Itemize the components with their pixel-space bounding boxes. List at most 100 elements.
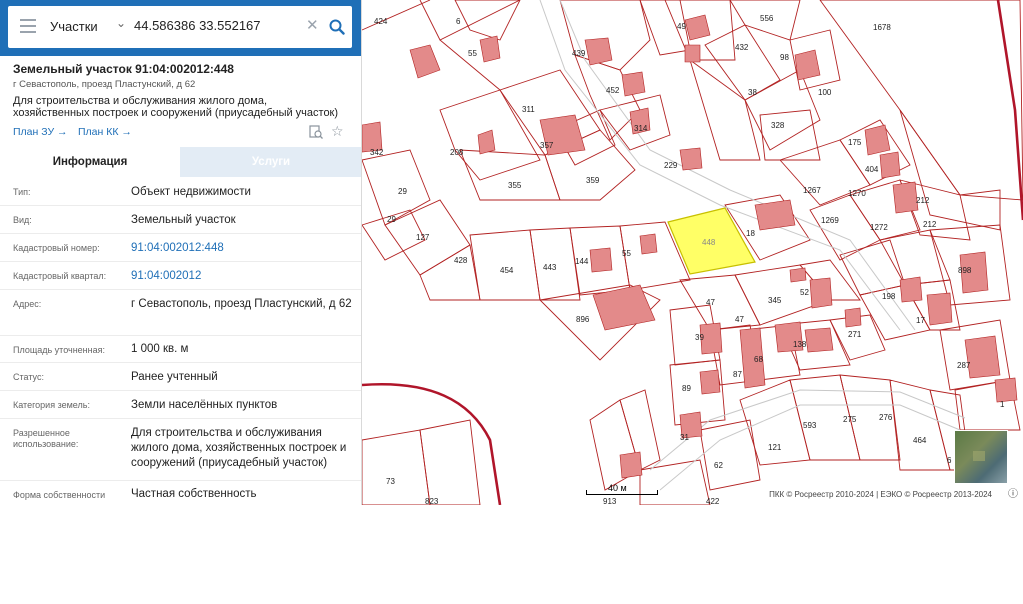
svg-text:314: 314: [634, 124, 648, 133]
attribute-value: Частная собственность: [131, 488, 257, 500]
svg-text:18: 18: [746, 229, 755, 238]
svg-text:342: 342: [370, 148, 384, 157]
svg-text:913: 913: [603, 497, 617, 505]
search-input[interactable]: [134, 18, 304, 33]
svg-text:121: 121: [768, 443, 782, 452]
side-panel: Участки ⌄ ✕ ‹ Земельный участок 91:04:00…: [0, 0, 362, 505]
attribute-row: Адрес: г Севастополь, проезд Пластунский…: [0, 290, 361, 336]
plan-zu-link[interactable]: План ЗУ →: [13, 126, 68, 138]
svg-text:198: 198: [882, 292, 896, 301]
svg-text:6: 6: [456, 17, 461, 26]
svg-text:432: 432: [735, 43, 749, 52]
info-icon[interactable]: ⓘ: [1007, 489, 1019, 501]
attribute-label: Адрес:: [13, 299, 42, 309]
svg-text:127: 127: [416, 233, 430, 242]
svg-text:29: 29: [387, 215, 396, 224]
attribute-label: Площадь уточненная:: [13, 345, 105, 355]
svg-text:55: 55: [622, 249, 631, 258]
search-box: Участки ⌄ ✕: [8, 6, 352, 48]
svg-text:896: 896: [576, 315, 590, 324]
svg-text:55: 55: [468, 49, 477, 58]
attribute-row: Площадь уточненная: 1 000 кв. м: [0, 336, 361, 363]
svg-text:898: 898: [958, 266, 972, 275]
document-search-icon[interactable]: [309, 125, 323, 139]
search-button[interactable]: [322, 6, 352, 48]
svg-text:47: 47: [735, 315, 744, 324]
attribute-row: Статус: Ранее учтенный: [0, 363, 361, 391]
svg-text:556: 556: [760, 14, 774, 23]
svg-text:276: 276: [879, 413, 893, 422]
plan-kk-link[interactable]: План КК →: [78, 126, 132, 138]
menu-icon[interactable]: [20, 19, 36, 33]
attribute-row: Категория земель: Земли населённых пункт…: [0, 391, 361, 419]
svg-text:175: 175: [848, 138, 862, 147]
parcel-address: г Севастополь, проезд Пластунский, д 62: [13, 79, 196, 90]
chevron-down-icon[interactable]: ⌄: [116, 16, 126, 30]
svg-text:87: 87: [733, 370, 742, 379]
search-type-select[interactable]: Участки: [50, 19, 98, 34]
attribute-label: Кадастровый квартал:: [13, 271, 107, 281]
parcel-purpose: Для строительства и обслуживания жилого …: [13, 95, 339, 119]
basemap-switcher[interactable]: [954, 430, 1008, 484]
clear-icon[interactable]: ✕: [306, 16, 319, 34]
attribute-row: Тип: Объект недвижимости: [0, 178, 361, 206]
svg-text:1270: 1270: [848, 189, 866, 198]
svg-text:144: 144: [575, 257, 589, 266]
svg-text:1: 1: [1000, 400, 1005, 409]
svg-text:38: 38: [748, 88, 757, 97]
svg-text:345: 345: [768, 296, 782, 305]
svg-text:311: 311: [522, 105, 535, 114]
svg-text:31: 31: [680, 433, 689, 442]
attribute-value: Для строительства и обслуживания жилого …: [131, 427, 347, 469]
svg-text:439: 439: [572, 49, 586, 58]
attribute-label: Форма собственности: [13, 490, 106, 500]
svg-text:1269: 1269: [821, 216, 839, 225]
cadastral-quarter-link[interactable]: 91:04:002012: [131, 269, 353, 284]
attribute-value: Земли населённых пунктов: [131, 399, 278, 411]
attribute-row: Форма собственности Частная собственност…: [0, 481, 361, 505]
search-bar: Участки ⌄ ✕: [0, 0, 361, 56]
attribute-value: Объект недвижимости: [131, 186, 251, 198]
cadastral-number-link[interactable]: 91:04:002012:448: [131, 241, 353, 256]
tab-information[interactable]: Информация: [0, 147, 180, 177]
tab-bar: Информация Услуги: [0, 147, 361, 177]
svg-text:404: 404: [865, 165, 879, 174]
svg-text:68: 68: [754, 355, 763, 364]
svg-text:138: 138: [793, 340, 807, 349]
attribute-label: Категория земель:: [13, 400, 90, 410]
svg-text:229: 229: [664, 161, 678, 170]
attribute-value: г Севастополь, проезд Пластунский, д 62: [131, 298, 352, 310]
svg-text:39: 39: [695, 333, 704, 342]
svg-text:1678: 1678: [873, 23, 891, 32]
svg-text:89: 89: [682, 384, 691, 393]
search-icon: [329, 19, 345, 35]
svg-text:328: 328: [771, 121, 785, 130]
svg-text:1267: 1267: [803, 186, 821, 195]
road-lines: [539, 0, 966, 491]
map-credit: ПКК © Росреестр 2010-2024 | ЕЭКО © Росре…: [766, 489, 995, 500]
svg-text:98: 98: [780, 53, 789, 62]
svg-text:100: 100: [818, 88, 832, 97]
map-scale: 40 м: [586, 483, 658, 497]
svg-text:287: 287: [957, 361, 971, 370]
attribute-value: Земельный участок: [131, 214, 236, 226]
star-icon[interactable]: ☆: [331, 123, 344, 140]
svg-text:452: 452: [606, 86, 620, 95]
svg-text:443: 443: [543, 263, 557, 272]
svg-text:275: 275: [843, 415, 857, 424]
basemap-thumbnail: [973, 451, 985, 461]
svg-text:454: 454: [500, 266, 514, 275]
attribute-row: Кадастровый квартал: 91:04:002012: [0, 262, 361, 290]
tab-services[interactable]: Услуги: [180, 147, 361, 177]
svg-text:212: 212: [916, 196, 930, 205]
svg-text:359: 359: [586, 176, 600, 185]
svg-text:17: 17: [916, 316, 925, 325]
attribute-row: Вид: Земельный участок: [0, 206, 361, 234]
svg-text:212: 212: [923, 220, 937, 229]
svg-text:593: 593: [803, 421, 817, 430]
svg-text:62: 62: [714, 461, 723, 470]
svg-text:29: 29: [398, 187, 407, 196]
svg-text:73: 73: [386, 477, 395, 486]
attribute-label: Вид:: [13, 215, 32, 225]
svg-text:428: 428: [454, 256, 468, 265]
